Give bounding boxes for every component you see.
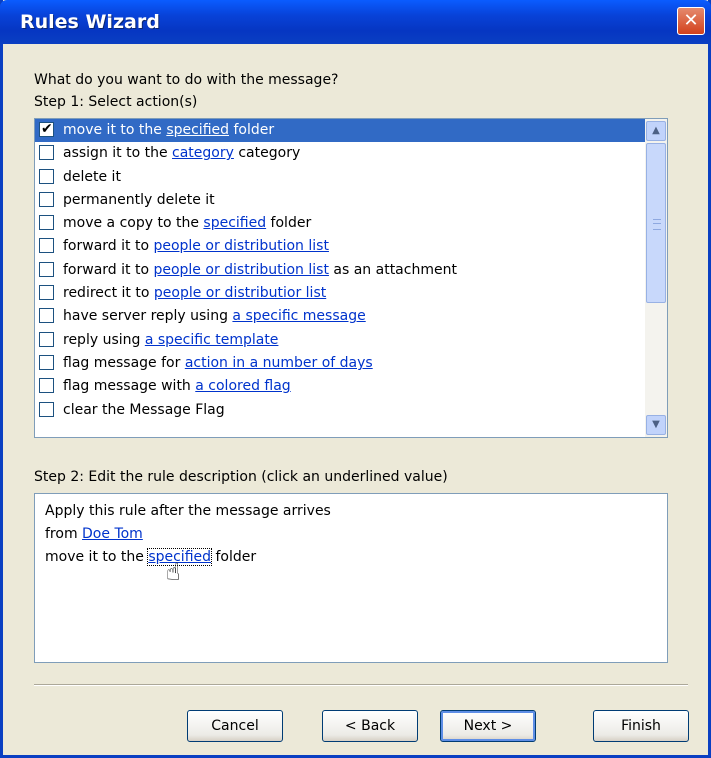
action-text: permanently delete it [63, 191, 215, 208]
grip-icon [653, 219, 661, 230]
action-checkbox[interactable] [39, 261, 54, 277]
action-value-link[interactable]: people or distributior list [154, 285, 326, 301]
step2-label: Step 2: Edit the rule description (click… [34, 469, 448, 485]
action-checkbox[interactable] [39, 145, 54, 161]
description-text: from [45, 526, 83, 542]
action-checkbox[interactable] [39, 378, 54, 394]
action-value-link[interactable]: category [172, 145, 234, 161]
action-item[interactable]: redirect it to people or distributior li… [35, 282, 645, 305]
step1-label: Step 1: Select action(s) [34, 94, 198, 110]
action-text: redirect it to [63, 285, 154, 302]
action-value-link[interactable]: a colored flag [195, 378, 290, 394]
action-item[interactable]: forward it to people or distribution lis… [35, 259, 645, 282]
action-text: reply using [63, 331, 145, 348]
action-value-link[interactable]: a specific template [145, 332, 279, 348]
action-item[interactable]: assign it to the category category [35, 142, 645, 165]
action-text: flag message for [63, 354, 185, 371]
title-bar[interactable]: Rules Wizard ✕ [0, 0, 711, 44]
action-text: as an attachment [328, 261, 457, 278]
action-item[interactable]: delete it [35, 166, 645, 189]
actions-listbox[interactable]: move it to the specified folderassign it… [34, 118, 668, 438]
action-text: folder [229, 122, 275, 138]
action-item[interactable]: permanently delete it [35, 189, 645, 212]
action-text: flag message with [63, 378, 196, 395]
action-checkbox[interactable] [39, 308, 54, 324]
actions-list: move it to the specified folderassign it… [35, 118, 645, 422]
action-checkbox[interactable] [39, 401, 54, 417]
action-checkbox[interactable] [39, 238, 54, 254]
action-value-link[interactable]: a specific message [232, 308, 365, 324]
action-text: forward it to [63, 238, 154, 255]
action-item[interactable]: flag message with a colored flag [35, 375, 645, 398]
cancel-button[interactable]: Cancel [187, 710, 283, 742]
action-item[interactable]: clear the Message Flag [35, 399, 645, 422]
action-value-link[interactable]: specified [203, 215, 266, 231]
action-item[interactable]: forward it to people or distribution lis… [35, 235, 645, 258]
description-line: from Doe Tom [45, 523, 657, 546]
action-value-link[interactable]: people or distribution list [153, 262, 328, 278]
hand-pointer-icon: ☝ [166, 558, 181, 586]
close-button[interactable]: ✕ [677, 7, 705, 35]
action-value-link[interactable]: people or distribution list [153, 238, 328, 254]
action-item[interactable]: move it to the specified folder [35, 118, 645, 143]
action-item[interactable]: have server reply using a specific messa… [35, 305, 645, 328]
description-text: folder [211, 549, 257, 565]
description-line: move it to the specified folder [45, 546, 657, 569]
prompt-label: What do you want to do with the message? [34, 72, 339, 88]
separator [34, 684, 688, 686]
description-text: move it to the [45, 549, 149, 565]
action-text: category [233, 145, 301, 162]
action-checkbox[interactable] [39, 285, 54, 301]
action-text: move it to the [63, 122, 167, 138]
sender-link[interactable]: Doe Tom [82, 526, 143, 542]
action-value-link[interactable]: action in a number of days [185, 355, 373, 371]
action-value-link[interactable]: specified [166, 122, 229, 138]
action-text: assign it to the [63, 145, 173, 162]
next-button[interactable]: Next > [440, 710, 536, 742]
close-icon: ✕ [683, 10, 699, 31]
action-text: clear the Message Flag [63, 401, 225, 418]
action-item[interactable]: flag message for action in a number of d… [35, 352, 645, 375]
description-line: Apply this rule after the message arrive… [45, 503, 331, 519]
action-text: have server reply using [63, 308, 233, 325]
scroll-up-button[interactable]: ▲ [646, 121, 666, 141]
action-item[interactable]: move a copy to the specified folder [35, 212, 645, 235]
action-item[interactable]: reply using a specific template [35, 329, 645, 352]
chevron-up-icon: ▲ [652, 125, 660, 136]
action-checkbox[interactable] [39, 215, 54, 231]
window-title: Rules Wizard [20, 11, 160, 33]
action-text: delete it [63, 168, 121, 185]
finish-button[interactable]: Finish [593, 710, 689, 742]
action-checkbox[interactable] [39, 118, 54, 141]
action-text: move a copy to the [63, 215, 204, 232]
action-text: forward it to [63, 261, 154, 278]
back-button[interactable]: < Back [322, 710, 418, 742]
vertical-scrollbar[interactable]: ▲ ▼ [645, 119, 667, 437]
action-checkbox[interactable] [39, 191, 54, 207]
chevron-down-icon: ▼ [652, 419, 660, 430]
action-text: folder [266, 215, 312, 232]
action-checkbox[interactable] [39, 354, 54, 370]
scroll-thumb[interactable] [646, 143, 666, 303]
rule-description-box: Apply this rule after the message arrive… [34, 493, 668, 663]
scroll-down-button[interactable]: ▼ [646, 415, 666, 435]
action-checkbox[interactable] [39, 168, 54, 184]
action-checkbox[interactable] [39, 331, 54, 347]
